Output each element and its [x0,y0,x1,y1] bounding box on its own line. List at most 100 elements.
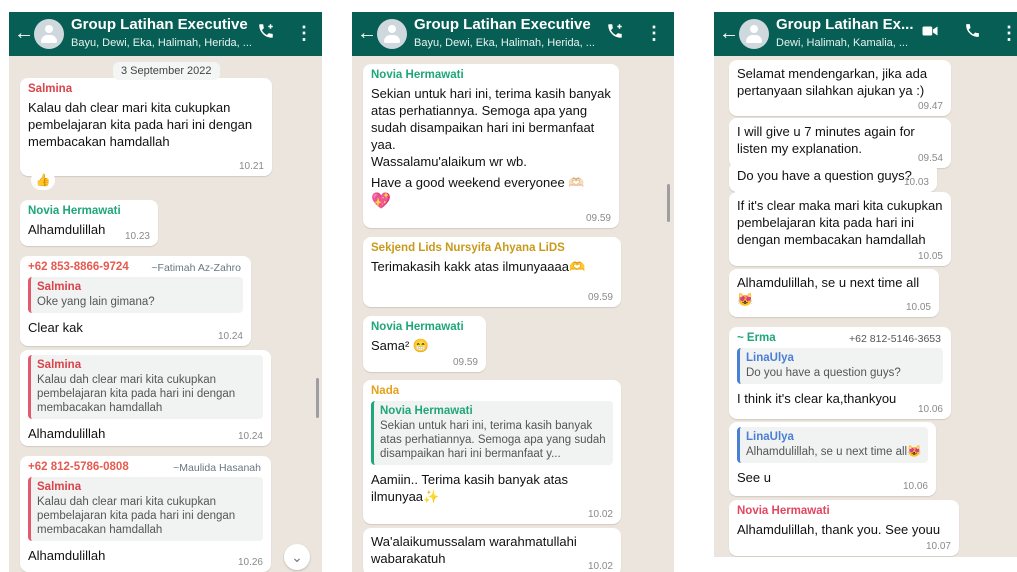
message-text: Alhamdulillah [28,426,106,441]
quoted-message[interactable]: Salmina Kalau dah clear mari kita cukupk… [28,355,263,419]
message-time: 10.24 [237,431,263,442]
message-time: 10.02 [587,509,613,520]
chat-header: ← Group Latihan Executive Bayu, Dewi, Ek… [9,12,322,56]
message-sender: Sekjend Lids Nursyifa Ahyana LiDS [371,242,565,254]
video-call-icon[interactable] [919,22,941,44]
group-avatar[interactable] [739,19,769,49]
message-text: If it's clear maka mari kita cukupkan pe… [737,198,943,247]
message-text: Aamiin.. Terima kasih banyak atas ilmuny… [371,472,569,504]
thumbs-up-reaction[interactable]: 👍 [31,170,55,190]
group-avatar[interactable] [34,19,64,49]
chat-header: ← Group Latihan Ex... Dewi, Halimah, Kam… [714,12,1017,56]
quoted-sender: Salmina [37,281,82,293]
message-time: 10.06 [917,404,943,415]
message-time: 09.59 [587,292,613,303]
quoted-text: Sekian untuk hari ini, terima kasih bany… [380,420,606,460]
scrollbar[interactable] [316,378,319,418]
message-time: 10.05 [905,302,931,313]
quoted-sender: Salmina [37,481,82,493]
message-bubble[interactable]: Salmina Kalau dah clear mari kita cukupk… [20,350,271,446]
chat-panel-2: ← Group Latihan Executive Bayu, Dewi, Ek… [352,12,674,572]
message-text: I will give u 7 minutes again for listen… [737,124,915,156]
more-options-icon[interactable]: ⋮ [295,22,313,44]
more-options-icon[interactable]: ⋮ [1000,22,1017,44]
quoted-text: Kalau dah clear mari kita cukupkan pembe… [37,496,236,536]
message-bubble[interactable]: Selamat mendengarkan, jika ada pertanyaa… [729,60,951,116]
message-text: Selamat mendengarkan, jika ada pertanyaa… [737,66,928,98]
message-bubble[interactable]: Sekjend Lids Nursyifa Ahyana LiDS Terima… [363,237,621,307]
back-arrow-icon[interactable]: ← [14,23,34,43]
message-sender: Novia Hermawati [28,205,121,217]
message-bubble[interactable]: ~ Erma +62 812-5146-3653 LinaUlya Do you… [729,327,951,419]
group-title[interactable]: Group Latihan Executive [71,16,248,33]
message-sender: Nada [371,385,400,397]
message-time: 10.26 [237,557,263,568]
scrollbar[interactable] [667,184,670,222]
message-time: 09.47 [917,101,943,112]
quoted-text: Alhamdulillah, se u next time all😻 [746,446,922,458]
message-text: Clear kak [28,320,83,335]
chat-header: ← Group Latihan Executive Bayu, Dewi, Ek… [352,12,674,56]
message-time: 09.59 [452,357,478,368]
message-text: Terimakasih kakk atas ilmunyaaaa🫶 [371,259,586,274]
group-members[interactable]: Dewi, Halimah, Kamalia, ... [776,37,916,49]
quoted-message[interactable]: Salmina Oke yang lain gimana? [28,277,243,313]
quoted-text: Do you have a question guys? [746,367,901,379]
message-time: 10.02 [587,561,613,572]
message-time: 10.07 [925,541,951,552]
group-title[interactable]: Group Latihan Ex... [776,16,914,33]
message-bubble[interactable]: I will give u 7 minutes again for listen… [729,118,951,168]
message-time: 10.03 [903,177,929,188]
quoted-message[interactable]: Novia Hermawati Sekian untuk hari ini, t… [371,401,613,465]
message-time: 10.06 [902,481,928,492]
message-bubble[interactable]: Novia Hermawati Alhamdulillah, thank you… [729,500,959,556]
quoted-sender: LinaUlya [746,431,794,443]
sender-profile-name: ~Maulida Hasanah [173,462,261,474]
quoted-message[interactable]: Salmina Kalau dah clear mari kita cukupk… [28,477,263,541]
add-call-icon[interactable] [255,22,277,44]
message-text: Do you have a question guys? [737,168,912,183]
group-avatar[interactable] [377,19,407,49]
phone-icon[interactable] [961,22,983,44]
sender-phone: +62 812-5146-3653 [849,333,941,345]
group-members[interactable]: Bayu, Dewi, Eka, Halimah, Herida, ... [71,37,251,49]
scroll-down-icon[interactable]: ⌄ [284,544,310,570]
back-arrow-icon[interactable]: ← [719,23,739,43]
message-time: 10.23 [124,231,150,242]
quoted-message[interactable]: LinaUlya Do you have a question guys? [737,348,943,384]
quoted-text: Oke yang lain gimana? [37,296,155,308]
message-text: Alhamdulillah, se u next time all😻 [737,275,920,307]
quoted-message[interactable]: LinaUlya Alhamdulillah, se u next time a… [737,427,928,463]
message-sender: Novia Hermawati [737,505,830,517]
message-time: 10.05 [917,251,943,262]
message-bubble[interactable]: Do you have a question guys? 10.03 [729,162,937,192]
chat-panel-1: ← Group Latihan Executive Bayu, Dewi, Ek… [9,12,322,572]
message-sender: Novia Hermawati [371,321,464,333]
quoted-sender: Salmina [37,359,82,371]
group-title[interactable]: Group Latihan Executive [414,16,591,33]
message-sender: Salmina [28,83,73,95]
back-arrow-icon[interactable]: ← [357,23,377,43]
message-bubble[interactable]: +62 853-8866-9724 ~Fatimah Az-Zahro Salm… [20,256,251,346]
message-bubble[interactable]: Alhamdulillah, se u next time all😻 10.05 [729,269,939,317]
message-bubble[interactable]: +62 812-5786-0808 ~Maulida Hasanah Salmi… [20,456,271,572]
message-text-line: Have a good weekend everyonee 🫶🏻 [371,175,585,190]
message-text: Sama² 😁 [371,338,430,353]
message-text: Wa'alaikumussalam warahmatullahi wabarak… [371,534,577,566]
message-text: Alhamdulillah [28,548,106,563]
message-bubble[interactable]: Novia Hermawati Alhamdulillah 10.23 [20,200,158,246]
message-bubble[interactable]: LinaUlya Alhamdulillah, se u next time a… [729,422,936,496]
message-text: I think it's clear ka,thankyou [737,391,897,406]
group-members[interactable]: Bayu, Dewi, Eka, Halimah, Herida, ... [414,37,599,49]
message-bubble[interactable]: Novia Hermawati Sama² 😁 09.59 [363,316,486,372]
message-bubble[interactable]: Nada Novia Hermawati Sekian untuk hari i… [363,380,621,524]
message-bubble[interactable]: Wa'alaikumussalam warahmatullahi wabarak… [363,528,621,572]
message-bubble[interactable]: Novia Hermawati Sekian untuk hari ini, t… [363,64,619,228]
message-text-line: Wassalamu'alaikum wr wb. [371,154,527,169]
message-bubble[interactable]: If it's clear maka mari kita cukupkan pe… [729,192,951,266]
message-bubble[interactable]: Salmina Kalau dah clear mari kita cukupk… [20,78,272,176]
message-time: 10.21 [238,161,264,172]
quoted-text: Kalau dah clear mari kita cukupkan pembe… [37,374,236,414]
more-options-icon[interactable]: ⋮ [645,22,663,44]
add-call-icon[interactable] [604,22,626,44]
